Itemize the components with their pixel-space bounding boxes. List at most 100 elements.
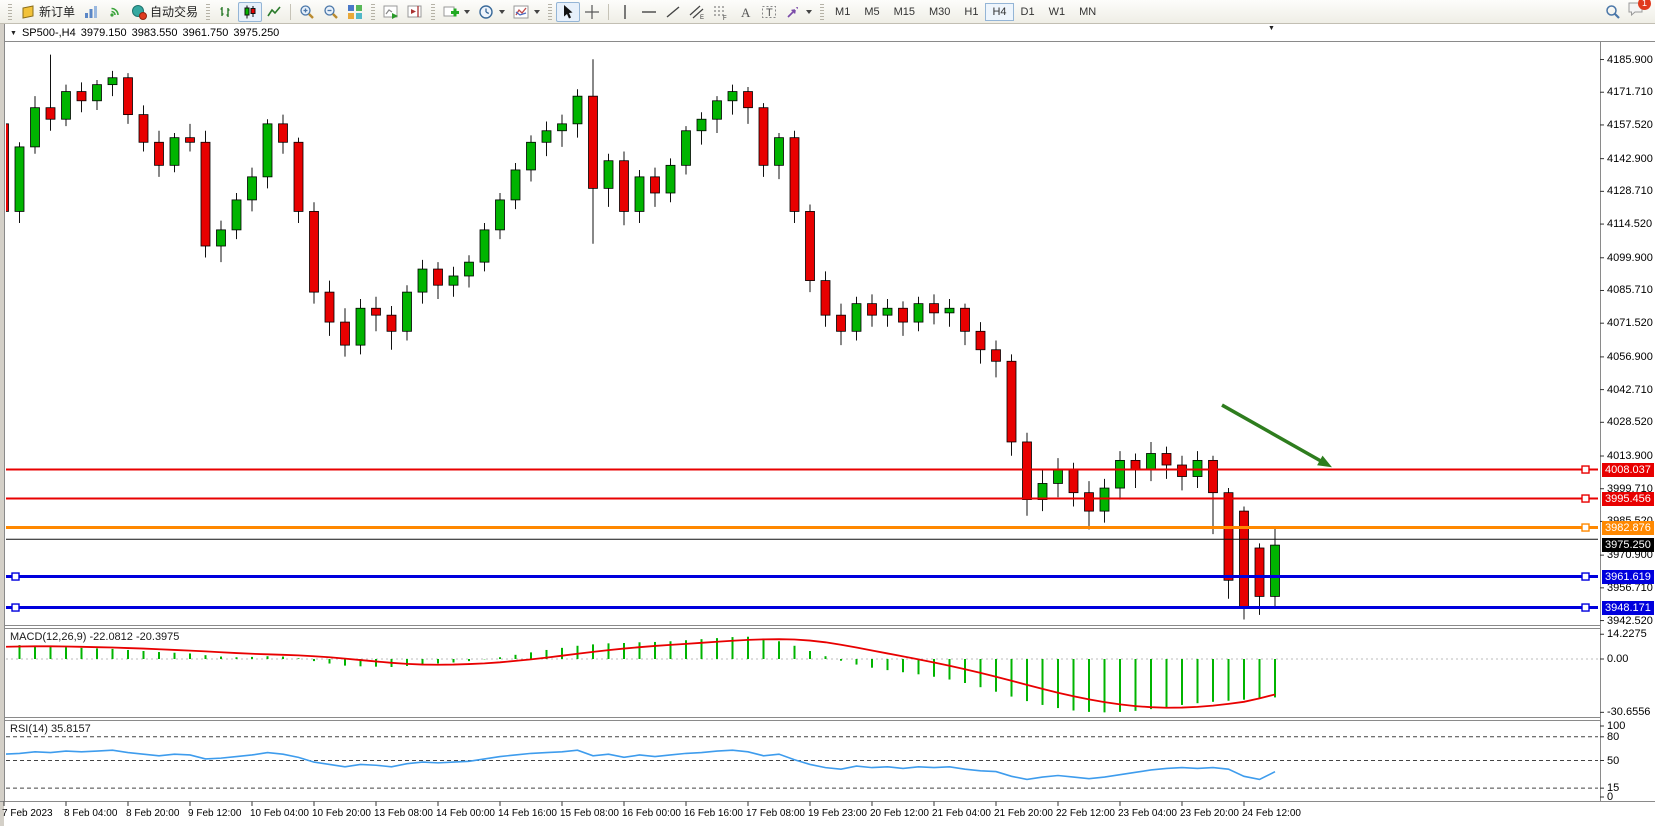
- notification-badge: 1: [1638, 0, 1651, 10]
- trendline-icon: [665, 4, 681, 20]
- vertical-line-icon: [617, 4, 633, 20]
- templates-button[interactable]: [509, 2, 544, 22]
- timeframe-m15[interactable]: M15: [887, 3, 922, 21]
- candle-body: [1038, 483, 1047, 499]
- horizontal-line-icon: [641, 4, 657, 20]
- bar-chart-button[interactable]: [214, 2, 238, 22]
- candle-body: [589, 96, 598, 188]
- timeframe-m30[interactable]: M30: [922, 3, 957, 21]
- timeframe-m1[interactable]: M1: [828, 3, 857, 21]
- fibonacci-button[interactable]: F: [709, 2, 733, 22]
- candle-body: [1023, 442, 1032, 500]
- tile-windows-button[interactable]: [343, 2, 367, 22]
- candle-body: [976, 331, 985, 349]
- toolbar-drag-handle[interactable]: [548, 4, 552, 20]
- hline-handle[interactable]: [1582, 466, 1589, 473]
- toolbar-drag-handle[interactable]: [431, 4, 435, 20]
- arrows-icon: [785, 4, 801, 20]
- vertical-line-button[interactable]: [613, 2, 637, 22]
- hline-handle[interactable]: [1582, 495, 1589, 502]
- trendline-button[interactable]: [661, 2, 685, 22]
- candlestick-chart-button[interactable]: [238, 2, 262, 22]
- toolbar: 新订单 自动交易: [0, 0, 1655, 24]
- zoom-out-button[interactable]: [319, 2, 343, 22]
- equidistant-channel-button[interactable]: E: [685, 2, 709, 22]
- timeframe-mn[interactable]: MN: [1072, 3, 1103, 21]
- equidistant-channel-icon: E: [689, 4, 705, 20]
- hline-handle[interactable]: [1582, 604, 1589, 611]
- periods-clock-icon: [478, 4, 494, 20]
- candle-body: [852, 304, 861, 332]
- candle-body: [372, 308, 381, 315]
- candle-body: [821, 281, 830, 316]
- svg-text:E: E: [700, 15, 704, 20]
- autotrading-icon: [131, 4, 147, 20]
- new-order-button[interactable]: 新订单: [16, 2, 79, 22]
- hline-handle[interactable]: [1582, 573, 1589, 580]
- timeframe-d1[interactable]: D1: [1014, 3, 1042, 21]
- candle-body: [1085, 493, 1094, 511]
- application-window: 新订单 自动交易: [0, 0, 1655, 826]
- arrows-button[interactable]: [781, 2, 816, 22]
- indicators-button[interactable]: [439, 2, 474, 22]
- candle-body: [1162, 453, 1171, 465]
- chart-shift-button[interactable]: [403, 2, 427, 22]
- crosshair-button[interactable]: [580, 2, 604, 22]
- toolbar-drag-handle[interactable]: [8, 4, 12, 20]
- auto-scroll-button[interactable]: [379, 2, 403, 22]
- candle-body: [744, 92, 753, 108]
- svg-text:T: T: [766, 7, 773, 19]
- toolbar-drag-handle[interactable]: [820, 4, 824, 20]
- cursor-icon: [560, 4, 576, 20]
- horizontal-line-button[interactable]: [637, 2, 661, 22]
- tile-windows-icon: [347, 4, 363, 20]
- candle-body: [992, 350, 1001, 362]
- candle-body: [186, 138, 195, 143]
- periods-button[interactable]: [474, 2, 509, 22]
- text-label-button[interactable]: T: [757, 2, 781, 22]
- periods-dropdown-caret: [499, 10, 505, 14]
- timeframe-m5[interactable]: M5: [857, 3, 886, 21]
- autotrading-button[interactable]: 自动交易: [127, 2, 202, 22]
- candle-body: [248, 177, 257, 200]
- chat-button[interactable]: 1: [1627, 1, 1645, 22]
- timeframe-w1[interactable]: W1: [1042, 3, 1073, 21]
- candle-body: [201, 142, 210, 246]
- candle-body: [558, 124, 567, 131]
- candle-body: [310, 211, 319, 292]
- line-chart-button[interactable]: [262, 2, 286, 22]
- hline-handle[interactable]: [12, 573, 19, 580]
- timeframe-h1[interactable]: H1: [957, 3, 985, 21]
- text-icon: A: [737, 4, 753, 20]
- main-pane: [0, 55, 1598, 620]
- chart-canvas: [0, 0, 1655, 826]
- templates-icon: [513, 4, 529, 20]
- toolbar-drag-handle[interactable]: [371, 4, 375, 20]
- line-chart-icon: [266, 4, 282, 20]
- candle-body: [1131, 460, 1140, 469]
- text-button[interactable]: A: [733, 2, 757, 22]
- candle-body: [1054, 470, 1063, 484]
- candle-body: [945, 308, 954, 313]
- candle-body: [155, 142, 164, 165]
- candle-body: [387, 315, 396, 331]
- search-icon[interactable]: [1605, 4, 1621, 20]
- timeframe-h4[interactable]: H4: [985, 3, 1013, 21]
- cursor-button[interactable]: [556, 2, 580, 22]
- candle-body: [356, 308, 365, 345]
- toolbar-drag-handle[interactable]: [206, 4, 210, 20]
- trend-arrow-head: [1317, 456, 1332, 468]
- bar-chart-icon: [218, 4, 234, 20]
- candle-body: [341, 322, 350, 345]
- candle-body: [434, 269, 443, 285]
- candle-body: [790, 138, 799, 212]
- text-label-icon: T: [761, 4, 777, 20]
- zoom-in-button[interactable]: [295, 2, 319, 22]
- hline-handle[interactable]: [12, 604, 19, 611]
- signals-button[interactable]: [103, 2, 127, 22]
- hline-handle[interactable]: [1582, 524, 1589, 531]
- candle-body: [635, 177, 644, 212]
- market-watch-button[interactable]: [79, 2, 103, 22]
- candle-body: [759, 108, 768, 166]
- candle-body: [883, 308, 892, 315]
